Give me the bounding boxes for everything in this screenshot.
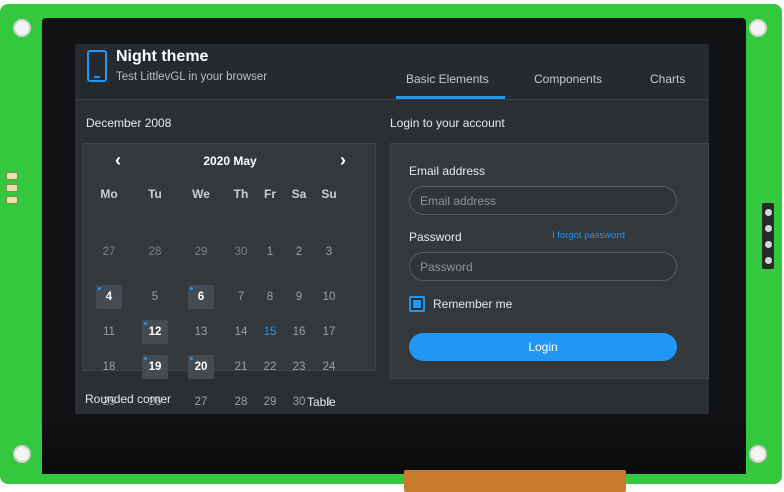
calendar-day[interactable]: 2: [284, 246, 314, 258]
calendar-day[interactable]: 29: [186, 246, 216, 258]
side-connector: [6, 172, 18, 180]
calendar-day[interactable]: 27: [94, 246, 124, 258]
calendar-day[interactable]: 11: [94, 326, 124, 338]
mount-hole-top-left: [13, 19, 31, 37]
email-field[interactable]: [409, 186, 677, 215]
remember-me-checkbox[interactable]: [409, 296, 425, 312]
pin: [765, 257, 772, 264]
calendar-day[interactable]: 13: [186, 326, 216, 338]
pin: [765, 225, 772, 232]
calendar-day[interactable]: 1: [255, 246, 285, 258]
lcd-screen: Night theme Test LittlevGL in your brows…: [75, 44, 709, 414]
calendar-day[interactable]: 29: [255, 396, 285, 408]
tab-basic-elements[interactable]: Basic Elements: [406, 72, 489, 86]
password-field[interactable]: [409, 252, 677, 281]
table-label: Table: [307, 395, 336, 409]
mount-hole-top-right: [749, 19, 767, 37]
mount-hole-bottom-right: [749, 445, 767, 463]
calendar-day[interactable]: 4: [96, 285, 122, 309]
calendar-day[interactable]: 16: [284, 326, 314, 338]
password-label: Password: [409, 230, 462, 244]
app-title: Night theme: [116, 48, 209, 65]
calendar: ‹ 2020 May › Mo Tu We Th Fr Sa Su 27 28 29 30 1 2 3 4 5…: [82, 143, 376, 408]
calendar-day[interactable]: 17: [314, 326, 344, 338]
calendar-day-name: Mo: [100, 187, 118, 201]
calendar-day[interactable]: 9: [284, 291, 314, 303]
rounded-corner-label: Rounded corner: [85, 392, 172, 406]
calendar-day[interactable]: 30: [226, 246, 256, 258]
side-connector: [6, 196, 18, 204]
calendar-day[interactable]: 14: [226, 326, 256, 338]
pin-header: [762, 203, 774, 269]
side-connector: [6, 184, 18, 192]
calendar-day-name: Sa: [291, 187, 307, 201]
login-card: Email address Password I forgot password…: [390, 143, 709, 379]
chevron-right-icon[interactable]: ›: [340, 150, 346, 171]
calendar-day-name: Fr: [264, 187, 276, 201]
mount-hole-bottom-left: [13, 445, 31, 463]
calendar-day[interactable]: 27: [186, 396, 216, 408]
tab-charts[interactable]: Charts: [650, 72, 685, 86]
calendar-day[interactable]: 15: [255, 326, 285, 338]
app-header: Night theme Test LittlevGL in your brows…: [75, 44, 709, 100]
calendar-day-name: Th: [233, 187, 249, 201]
display-bezel-bottom: [42, 414, 746, 474]
calendar-day[interactable]: 7: [226, 291, 256, 303]
phone-icon: [87, 50, 107, 82]
calendar-day[interactable]: 21: [226, 361, 256, 373]
active-tab-indicator: [396, 96, 505, 99]
forgot-password-link[interactable]: I forgot password: [552, 230, 625, 241]
calendar-day[interactable]: 28: [140, 246, 170, 258]
calendar-day[interactable]: 22: [255, 361, 285, 373]
calendar-day-name: Su: [321, 187, 337, 201]
calendar-day[interactable]: 24: [314, 361, 344, 373]
pin: [765, 209, 772, 216]
calendar-day[interactable]: 23: [284, 361, 314, 373]
calendar-day[interactable]: 18: [94, 361, 124, 373]
calendar-day[interactable]: 5: [140, 291, 170, 303]
app-subtitle: Test LittlevGL in your browser: [116, 71, 268, 83]
calendar-day[interactable]: 3: [314, 246, 344, 258]
calendar-day[interactable]: 12: [142, 320, 168, 344]
calendar-day-name: Tu: [148, 187, 162, 201]
flex-cable: [404, 470, 626, 492]
calendar-day[interactable]: 19: [142, 355, 168, 379]
calendar-month-label: 2020 May: [203, 154, 257, 168]
calendar-day[interactable]: 6: [188, 285, 214, 309]
calendar-day[interactable]: 20: [188, 355, 214, 379]
calendar-day[interactable]: 28: [226, 396, 256, 408]
calendar-day[interactable]: 10: [314, 291, 344, 303]
email-label: Email address: [409, 164, 486, 178]
tab-components[interactable]: Components: [534, 72, 602, 86]
calendar-section-label: December 2008: [86, 116, 172, 130]
calendar-day-name: We: [192, 187, 210, 201]
login-section-label: Login to your account: [390, 116, 505, 130]
pin: [765, 241, 772, 248]
login-button[interactable]: Login: [409, 333, 677, 361]
calendar-day[interactable]: 8: [255, 291, 285, 303]
remember-me-label: Remember me: [433, 297, 513, 311]
